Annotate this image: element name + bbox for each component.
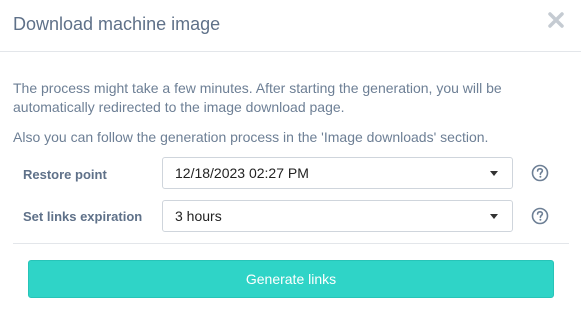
divider: [13, 243, 569, 244]
restore-point-label: Restore point: [23, 167, 107, 182]
dialog-title: Download machine image: [13, 14, 221, 34]
download-machine-image-dialog: Download machine image The process might…: [0, 0, 581, 329]
close-icon[interactable]: [546, 10, 566, 30]
restore-point-value: 12/18/2023 02:27 PM: [175, 165, 309, 181]
links-expiration-select[interactable]: 3 hours: [162, 200, 513, 232]
links-expiration-value: 3 hours: [175, 208, 222, 224]
chevron-down-icon: [490, 171, 498, 176]
restore-point-select[interactable]: 12/18/2023 02:27 PM: [162, 157, 513, 189]
question-circle-icon[interactable]: [531, 207, 549, 225]
description-text: The process might take a few minutes. Af…: [13, 80, 502, 115]
description-text-secondary: Also you can follow the generation proce…: [13, 129, 489, 145]
links-expiration-label: Set links expiration: [23, 209, 143, 224]
generate-links-button[interactable]: Generate links: [28, 260, 554, 298]
dialog-header: Download machine image: [0, 0, 581, 52]
chevron-down-icon: [490, 214, 498, 219]
question-circle-icon[interactable]: [531, 164, 549, 182]
